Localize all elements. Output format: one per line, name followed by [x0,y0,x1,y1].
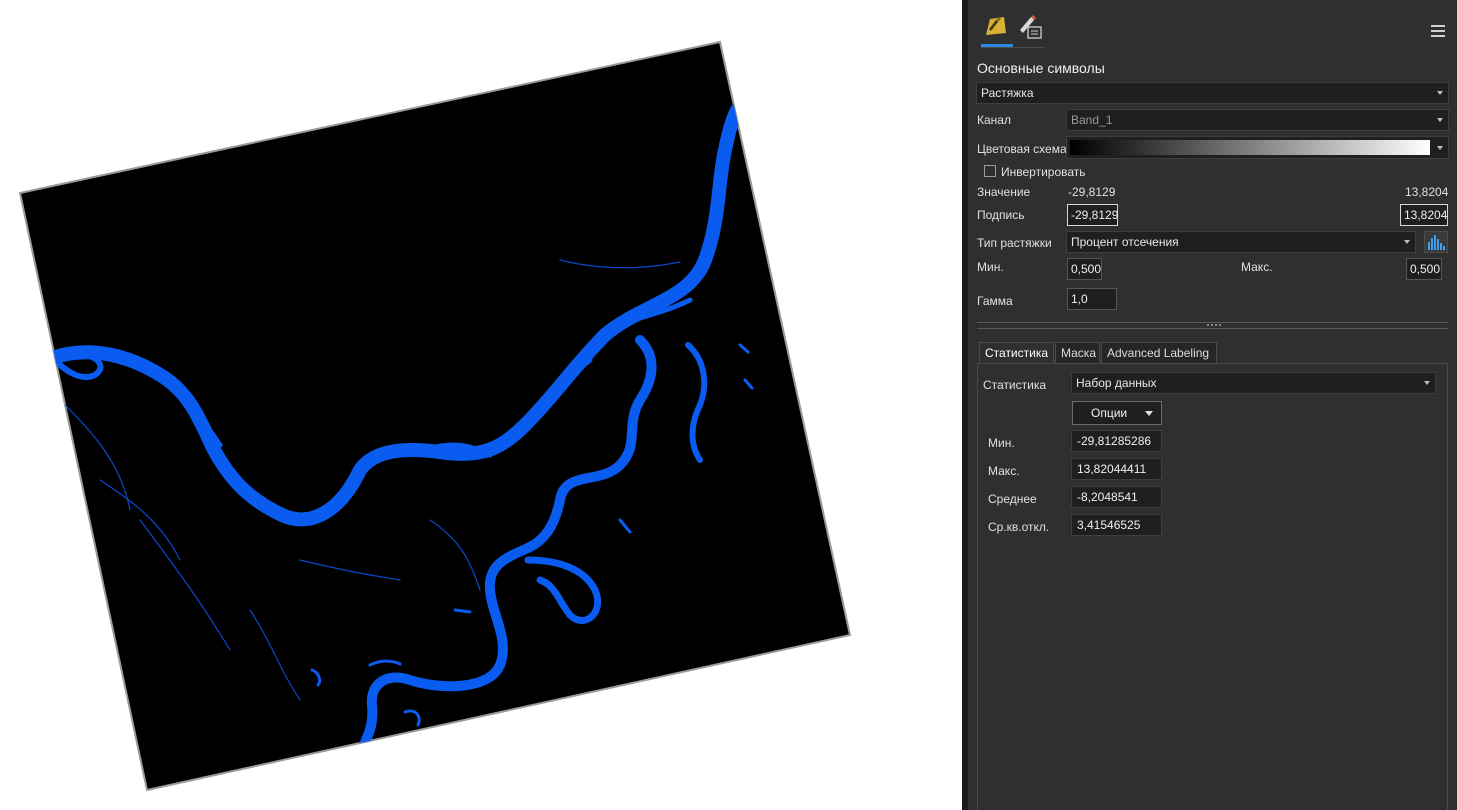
toolbar-divider [981,47,1045,48]
stat-mean-label: Среднее [988,492,1037,506]
caret-down-icon [1145,411,1153,416]
value-max: 13,8204 [1405,185,1449,199]
channel-value: Band_1 [1071,113,1113,127]
invert-label: Инвертировать [1001,165,1086,179]
color-ramp-preview [1070,140,1430,155]
stat-min-value: -29,81285286 [1071,430,1162,452]
chevron-down-icon [1437,91,1443,95]
chevron-down-icon [1437,118,1443,122]
label-max-input[interactable]: 13,8204 [1400,204,1448,226]
tab-mask[interactable]: Маска [1055,342,1100,364]
stretch-type-label: Тип растяжки [977,236,1052,250]
max-input[interactable]: 0,500 [1406,258,1442,280]
map-view[interactable] [0,0,962,810]
gamma-input[interactable]: 1,0 [1067,288,1117,310]
value-label: Значение [977,185,1031,199]
chevron-down-icon [1424,381,1430,385]
pencil-edit-icon[interactable] [1017,14,1043,40]
channel-dropdown[interactable]: Band_1 [1066,109,1449,131]
stat-stddev-label: Ср.кв.откл. [988,520,1050,534]
options-button[interactable]: Опции [1072,401,1162,425]
min-label: Мин. [977,260,1004,274]
stat-mean-value: -8,2048541 [1071,486,1162,508]
renderer-value: Растяжка [981,86,1034,100]
stretch-type-dropdown[interactable]: Процент отсечения [1066,231,1416,253]
histogram-icon[interactable] [1424,231,1448,253]
label-min-input[interactable]: -29,8129 [1067,204,1118,226]
renderer-dropdown[interactable]: Растяжка [976,82,1449,104]
min-input[interactable]: 0,500 [1067,258,1102,280]
statistics-source-value: Набор данных [1076,376,1157,390]
tab-advanced-labeling[interactable]: Advanced Labeling [1101,342,1217,364]
chevron-down-icon [1404,240,1410,244]
chevron-down-icon [1437,146,1443,150]
symbology-icon[interactable] [984,14,1008,38]
statistics-source-dropdown[interactable]: Набор данных [1071,372,1436,394]
stat-max-label: Макс. [988,464,1020,478]
max-label: Макс. [1241,260,1273,274]
invert-checkbox[interactable] [984,165,996,177]
color-scheme-label: Цветовая схема [977,142,1067,156]
options-button-label: Опции [1091,406,1128,420]
symbology-pane: Основные символы Растяжка Канал Band_1 Ц… [968,0,1457,810]
stat-min-label: Мин. [988,436,1015,450]
gamma-label: Гамма [977,294,1013,308]
channel-label: Канал [977,113,1011,127]
stat-max-value: 13,82044411 [1071,458,1162,480]
raster-map[interactable] [0,0,962,810]
hamburger-menu-icon[interactable] [1431,25,1445,37]
stat-stddev-value: 3,41546525 [1071,514,1162,536]
section-splitter[interactable] [977,321,1448,329]
statistics-label: Статистика [983,378,1047,392]
label-label: Подпись [977,208,1025,222]
color-scheme-dropdown[interactable] [1066,136,1449,159]
tab-statistics[interactable]: Статистика [979,342,1054,364]
stretch-type-value: Процент отсечения [1071,235,1179,249]
tab-content-frame [977,363,1448,810]
value-min: -29,8129 [1068,185,1116,199]
pane-title: Основные символы [977,60,1105,76]
